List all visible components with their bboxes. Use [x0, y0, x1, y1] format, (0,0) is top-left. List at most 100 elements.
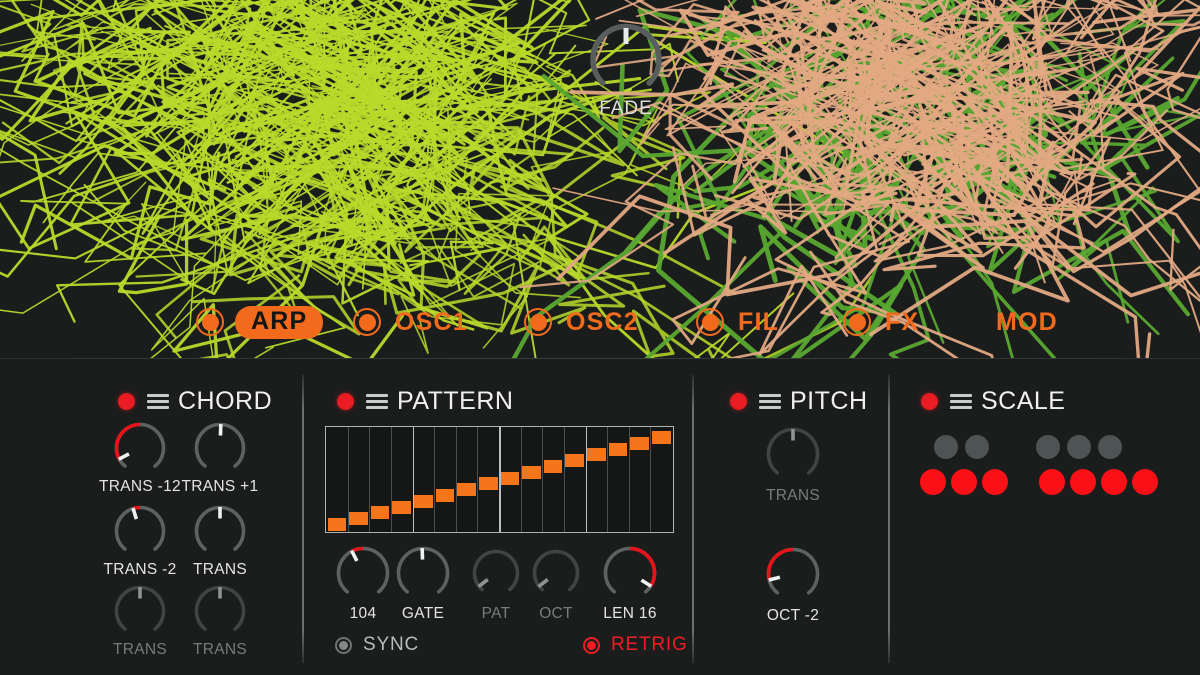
scale-panel-header[interactable]: SCALE — [921, 387, 1065, 416]
fade-knob[interactable] — [584, 18, 668, 102]
panel-divider-1 — [302, 375, 304, 663]
knob-trans-12[interactable] — [112, 420, 168, 481]
tab-mod[interactable]: MOD — [996, 296, 1058, 348]
tab-arp[interactable]: ARP — [196, 296, 324, 348]
scale-led-icon[interactable] — [921, 393, 938, 410]
tab-led-core — [701, 313, 719, 331]
pattern-step[interactable] — [565, 454, 584, 468]
toggle-led-icon[interactable] — [583, 636, 600, 654]
knob-label: LEN 16 — [603, 605, 657, 622]
toggle-sync[interactable]: SYNC — [335, 634, 419, 656]
knob-trans-1[interactable] — [192, 420, 248, 481]
scale-black-key[interactable] — [934, 435, 958, 459]
chord-menu-icon[interactable] — [147, 394, 169, 409]
synth-arp-page: FADE ARP OSC1 OSC2 FIL FX MOD CHORD TRANS -12… — [0, 0, 1200, 675]
pattern-step[interactable] — [392, 500, 411, 514]
pattern-menu-icon[interactable] — [366, 394, 388, 409]
toggle-led-core — [339, 640, 348, 650]
knob-oct[interactable] — [530, 547, 582, 604]
knob-dial[interactable] — [112, 583, 168, 639]
knob-dial[interactable] — [394, 544, 452, 602]
tab-label: ARP — [235, 305, 324, 339]
knob-oct-2[interactable] — [764, 545, 822, 608]
knob-trans[interactable] — [192, 503, 248, 564]
scale-black-key[interactable] — [965, 435, 989, 459]
tab-led-icon[interactable] — [353, 308, 381, 336]
scale-white-key[interactable] — [951, 469, 977, 495]
knob-pat[interactable] — [470, 547, 522, 604]
grid-divider — [455, 427, 457, 532]
pattern-step[interactable] — [414, 494, 433, 508]
scale-black-key[interactable] — [1036, 435, 1060, 459]
pitch-panel-header[interactable]: PITCH — [730, 387, 868, 416]
pitch-menu-icon[interactable] — [759, 394, 781, 409]
pattern-step[interactable] — [522, 465, 541, 479]
tab-led-icon[interactable] — [843, 308, 871, 336]
tab-label: OSC1 — [395, 307, 468, 336]
knob-dial[interactable] — [192, 503, 248, 559]
knob-dial[interactable] — [470, 547, 522, 599]
scale-menu-icon[interactable] — [950, 394, 972, 409]
knob-dial[interactable] — [112, 503, 168, 559]
knob-trans[interactable] — [192, 583, 248, 644]
grid-divider — [434, 427, 436, 532]
scale-white-key[interactable] — [1039, 469, 1065, 495]
knob-dial[interactable] — [192, 420, 248, 476]
scale-white-key[interactable] — [982, 469, 1008, 495]
scale-white-key[interactable] — [1070, 469, 1096, 495]
grid-divider — [542, 427, 544, 532]
knob-dial[interactable] — [601, 544, 659, 602]
knob-len-16[interactable] — [601, 544, 659, 607]
pattern-led-icon[interactable] — [337, 393, 354, 410]
knob-trans[interactable] — [112, 583, 168, 644]
pitch-panel-title: PITCH — [790, 387, 868, 415]
scale-black-key[interactable] — [1098, 435, 1122, 459]
chord-panel-header[interactable]: CHORD — [118, 387, 272, 416]
toggle-led-icon[interactable] — [335, 636, 352, 654]
tab-osc1[interactable]: OSC1 — [353, 296, 468, 348]
knob-dial[interactable] — [530, 547, 582, 599]
toggle-led-core — [587, 640, 596, 650]
scale-black-key[interactable] — [1067, 435, 1091, 459]
pattern-panel-header[interactable]: PATTERN — [337, 387, 513, 416]
pattern-step[interactable] — [587, 448, 606, 462]
pattern-step[interactable] — [435, 489, 455, 502]
knob-trans-2[interactable] — [112, 503, 168, 564]
grid-divider — [563, 427, 565, 532]
knob-dial[interactable] — [764, 425, 822, 483]
pattern-step[interactable] — [543, 460, 563, 473]
knob-dial[interactable] — [764, 545, 822, 603]
pattern-step[interactable] — [630, 436, 649, 450]
tab-fil[interactable]: FIL — [696, 296, 779, 348]
pattern-step[interactable] — [327, 518, 347, 531]
pattern-step[interactable] — [478, 477, 498, 491]
tab-osc2[interactable]: OSC2 — [524, 296, 639, 348]
panel-divider-2 — [692, 375, 694, 663]
scale-panel-title: SCALE — [981, 387, 1066, 415]
knob-gate[interactable] — [394, 544, 452, 607]
pattern-step[interactable] — [349, 512, 368, 526]
pattern-step[interactable] — [457, 483, 476, 497]
tab-led-icon[interactable] — [696, 308, 724, 336]
pitch-led-icon[interactable] — [730, 393, 747, 410]
tab-led-icon[interactable] — [196, 308, 224, 336]
knob-dial[interactable] — [192, 583, 248, 639]
toggle-retrig[interactable]: RETRIG — [583, 634, 688, 656]
knob-trans[interactable] — [764, 425, 822, 488]
tab-fx[interactable]: FX — [843, 296, 919, 348]
scale-white-key[interactable] — [1132, 469, 1158, 495]
knob-dial[interactable] — [334, 544, 392, 602]
tab-led-icon[interactable] — [524, 308, 552, 336]
chord-led-icon[interactable] — [118, 393, 135, 410]
tab-led-core — [358, 313, 376, 331]
knob-104[interactable] — [334, 544, 392, 607]
pattern-step[interactable] — [500, 471, 520, 485]
scale-white-key[interactable] — [920, 469, 946, 495]
scale-white-key[interactable] — [1101, 469, 1127, 495]
knob-label: TRANS — [765, 487, 821, 504]
pattern-step[interactable] — [608, 442, 628, 456]
knob-dial[interactable] — [112, 420, 168, 476]
pattern-step-grid[interactable] — [325, 426, 674, 533]
pattern-step[interactable] — [651, 431, 671, 444]
pattern-step[interactable] — [370, 506, 390, 520]
